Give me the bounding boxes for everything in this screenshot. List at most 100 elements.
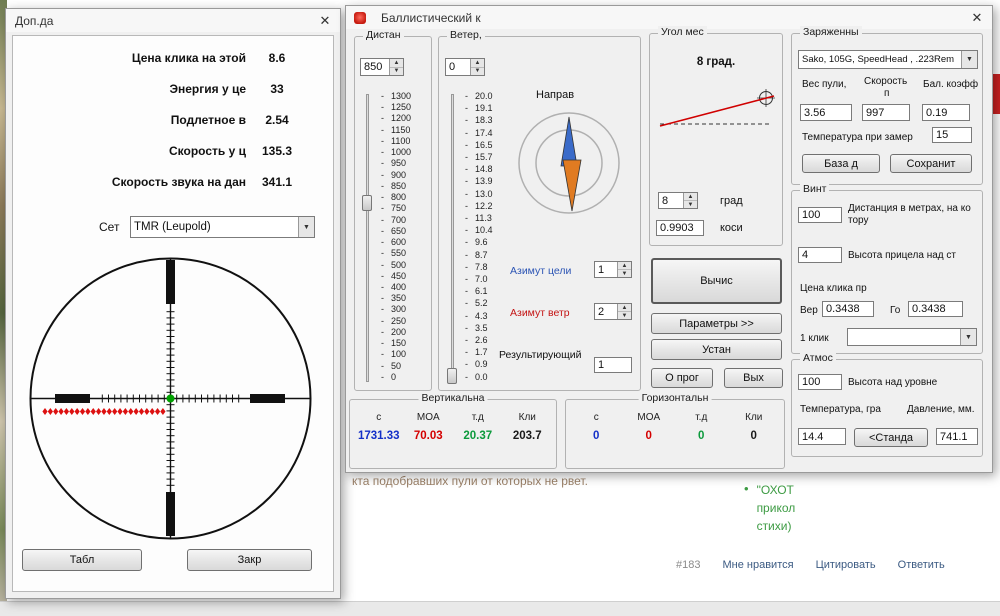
spinner-buttons[interactable]: ▲▼ — [617, 304, 631, 319]
table-button[interactable]: Табл — [22, 549, 142, 571]
set-button[interactable]: Устан — [651, 339, 782, 360]
window-ballistic-calculator: Баллистический к ✕ Дистан 850 ▲▼ -1300-1… — [345, 5, 993, 473]
exit-button[interactable]: Вых — [724, 368, 783, 388]
base-button[interactable]: База д — [802, 154, 880, 173]
scale-tick-label: -900 — [381, 171, 427, 180]
sight-height-input[interactable]: 4 — [798, 247, 842, 263]
reticle-preview — [23, 251, 323, 551]
measure-temp-input[interactable]: 15 — [932, 127, 972, 143]
distance-input[interactable]: 850 ▲▼ — [360, 58, 404, 76]
scale-tick-label: -600 — [381, 238, 427, 247]
target-azimuth-label: Азимут цели — [510, 265, 571, 277]
cosine-value: 0.9903 — [656, 220, 704, 236]
scale-tick-label: -350 — [381, 294, 427, 303]
result-column: с0 — [570, 412, 623, 442]
scale-tick-label: -800 — [381, 193, 427, 202]
angle-group: Угол мес 8 град. 8 ▲▼ град 0.9903 коси — [649, 33, 783, 246]
close-icon[interactable]: ✕ — [962, 6, 992, 29]
cartridge-select[interactable]: Sako, 105G, SpeedHead , .223Rem ▼ — [798, 50, 978, 69]
reticle-select[interactable]: TMR (Leupold) ▼ — [130, 216, 315, 238]
scale-tick-label: -1100 — [381, 137, 427, 146]
reticle-left-post — [55, 394, 90, 403]
direction-label: Направ — [536, 89, 574, 101]
wind-input[interactable]: 0 ▲▼ — [445, 58, 485, 76]
atmosphere-group-title: Атмос — [800, 352, 836, 364]
speed-input[interactable]: 997 — [862, 104, 910, 121]
spinner-buttons[interactable]: ▲▼ — [683, 193, 697, 208]
bc-input[interactable]: 0.19 — [922, 104, 970, 121]
scale-tick-label: -6.1 — [465, 287, 509, 296]
one-click-select[interactable]: ▼ — [847, 328, 977, 346]
altitude-input[interactable]: 100 — [798, 374, 842, 390]
angle-display: 8 град. — [650, 56, 782, 68]
app-icon — [354, 12, 366, 24]
scale-tick-label: -17.4 — [465, 129, 509, 138]
horizontal-results-group: Горизонтальн с0MOA0т.д0Кли0 — [565, 399, 785, 469]
reply-link[interactable]: Ответить — [898, 559, 945, 571]
window-title: Доп.да — [15, 14, 53, 28]
distance-group: Дистан 850 ▲▼ -1300-1250-1200-1150-1100-… — [354, 36, 432, 391]
scale-tick-label: -2.6 — [465, 336, 509, 345]
wind-azimuth-input[interactable]: 2 ▲▼ — [594, 303, 632, 320]
close-button[interactable]: Закр — [187, 549, 312, 571]
like-link[interactable]: Мне нравится — [722, 559, 793, 571]
atmos-temp-label: Температура, гра — [800, 404, 881, 415]
scale-tick-label: -300 — [381, 305, 427, 314]
about-button[interactable]: О прог — [651, 368, 713, 388]
window-title: Баллистический к — [381, 11, 481, 25]
scale-tick-label: -14.8 — [465, 165, 509, 174]
chevron-down-icon[interactable]: ▼ — [961, 51, 977, 68]
standard-button[interactable]: <Станда — [854, 428, 928, 447]
scale-tick-label: -18.3 — [465, 116, 509, 125]
stat-row: Цена клика на этой8.6 — [21, 42, 321, 73]
atmos-temp-input[interactable]: 14.4 — [798, 428, 846, 445]
quote-link[interactable]: Цитировать — [816, 559, 876, 571]
scale-tick-label: -12.2 — [465, 202, 509, 211]
one-click-label: 1 клик — [800, 333, 829, 344]
wind-azimuth-arrow-icon — [563, 160, 581, 211]
cartridge-select-value: Sako, 105G, SpeedHead , .223Rem — [799, 54, 961, 65]
bc-label: Бал. коэфф — [923, 79, 978, 90]
wind-slider-track[interactable] — [451, 94, 454, 382]
target-azimuth-input[interactable]: 1 ▲▼ — [594, 261, 632, 278]
bullet-weight-input[interactable]: 3.56 — [800, 104, 852, 121]
distance-slider-handle[interactable] — [362, 195, 372, 211]
scale-tick-label: -1250 — [381, 103, 427, 112]
angle-input[interactable]: 8 ▲▼ — [658, 192, 698, 209]
close-icon[interactable]: ✕ — [310, 9, 340, 32]
chevron-down-icon[interactable]: ▼ — [298, 217, 314, 237]
stat-row: Скорость звука на дан341.1 — [21, 166, 321, 197]
wind-slider-handle[interactable] — [447, 368, 457, 384]
save-button[interactable]: Сохранит — [890, 154, 972, 173]
scale-tick-label: -400 — [381, 283, 427, 292]
calculate-button[interactable]: Вычис — [651, 258, 782, 304]
spinner-up-icon: ▲ — [618, 304, 631, 312]
parameters-button[interactable]: Параметры >> — [651, 313, 782, 334]
scale-tick-label: -8.7 — [465, 251, 509, 260]
altitude-label: Высота над уровне — [848, 377, 937, 388]
spinner-up-icon: ▲ — [684, 193, 697, 201]
distance-slider-track[interactable] — [366, 94, 369, 382]
vertical-click-input[interactable]: 0.3438 — [822, 301, 874, 317]
spinner-buttons[interactable]: ▲▼ — [389, 59, 403, 75]
resulting-input[interactable]: 1 — [594, 357, 632, 373]
rifle-group-title: Винт — [800, 183, 829, 195]
spinner-buttons[interactable]: ▲▼ — [470, 59, 484, 75]
horizontal-click-input[interactable]: 0.3438 — [908, 301, 963, 317]
spinner-buttons[interactable]: ▲▼ — [617, 262, 631, 277]
scale-tick-label: -19.1 — [465, 104, 509, 113]
scale-tick-label: -13.0 — [465, 190, 509, 199]
horizontal-click-label: Го — [890, 305, 900, 316]
scale-tick-label: -11.3 — [465, 214, 509, 223]
forum-post-text: кта подобравших пули от которых не рвет. — [352, 474, 588, 488]
scale-tick-label: -7.8 — [465, 263, 509, 272]
zero-distance-input[interactable]: 100 — [798, 207, 842, 223]
additional-data-titlebar[interactable]: Доп.да — [6, 9, 340, 32]
scale-tick-label: -0.0 — [465, 373, 509, 382]
scale-tick-label: -150 — [381, 339, 427, 348]
chevron-down-icon[interactable]: ▼ — [960, 329, 976, 345]
scale-tick-label: -13.9 — [465, 177, 509, 186]
bullet-icon: • — [744, 481, 749, 535]
pressure-input[interactable]: 741.1 — [936, 428, 978, 445]
scale-tick-label: -500 — [381, 261, 427, 270]
